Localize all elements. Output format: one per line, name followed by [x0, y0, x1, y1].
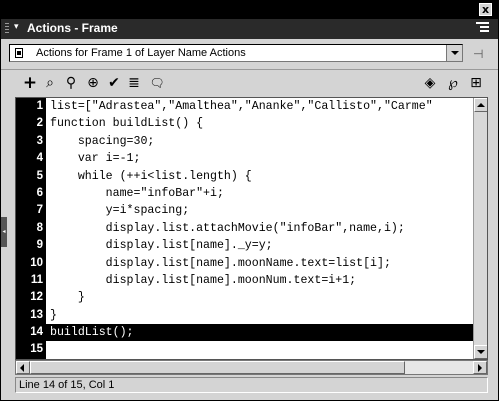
line-number: 1 [36, 100, 43, 112]
add-action-icon[interactable]: + [21, 74, 39, 92]
reference-icon[interactable]: ◈ [421, 74, 439, 92]
code-lines: 1 list=["Adrastea","Amalthea","Ananke","C… [16, 98, 473, 359]
check-syntax-icon[interactable]: ✔ [105, 74, 123, 92]
scroll-up-icon[interactable] [474, 98, 487, 112]
line-number: 2 [36, 117, 43, 130]
horizontal-scroll-thumb[interactable] [30, 361, 405, 374]
code-line[interactable]: 12 } [16, 289, 473, 306]
code-text: } [50, 291, 85, 305]
horizontal-scrollbar[interactable] [15, 360, 488, 375]
code-text: var i=-1; [50, 152, 141, 166]
find-replace-icon[interactable]: ⚲ [62, 74, 80, 92]
code-hint-icon[interactable]: 🗨 [148, 74, 166, 92]
panel-top-strip: x [1, 1, 498, 19]
scroll-down-icon[interactable] [474, 345, 487, 359]
code-text: while (++i<list.length) { [50, 169, 252, 183]
panel-options-menu-icon[interactable] [476, 22, 490, 35]
view-options-icon[interactable]: ⊞ [467, 74, 485, 92]
insert-target-path-icon[interactable]: ⊕ [84, 74, 102, 92]
script-editor[interactable]: 1 list=["Adrastea","Amalthea","Ananke","C… [15, 97, 488, 360]
code-text: } [50, 308, 57, 322]
script-selector-value: Actions for Frame 1 of Layer Name Action… [36, 47, 246, 59]
dropdown-arrow-icon[interactable] [446, 45, 462, 61]
line-number: 11 [30, 273, 43, 286]
panel-title: Actions - Frame [27, 21, 118, 35]
code-line[interactable]: 11 display.list[name].moonNum.text=i+1; [16, 272, 473, 289]
line-number: 14 [30, 326, 43, 339]
code-text: name="infoBar"+i; [50, 186, 224, 200]
scroll-left-icon[interactable] [16, 361, 30, 374]
code-line[interactable]: 10 display.list[name].moonName.text=list… [16, 255, 473, 272]
code-line[interactable]: 14 buildList(); [16, 324, 473, 342]
line-number: 4 [36, 152, 43, 165]
code-line[interactable]: 5 while (++i<list.length) { [16, 168, 473, 185]
code-text: display.list[name].moonName.text=list[i]… [50, 256, 391, 270]
code-text: display.list[name]._y=y; [50, 239, 273, 253]
code-line[interactable]: 3 spacing=30; [16, 133, 473, 150]
code-line[interactable]: 13} [16, 307, 473, 324]
line-number: 8 [36, 221, 43, 234]
code-line[interactable]: 7 y=i*spacing; [16, 202, 473, 219]
script-selector-row: Actions for Frame 1 of Layer Name Action… [1, 39, 498, 70]
line-number: 6 [36, 186, 43, 199]
script-selector-dropdown[interactable]: Actions for Frame 1 of Layer Name Action… [9, 44, 463, 62]
code-text: function buildList() { [50, 117, 204, 131]
drag-grip-icon[interactable] [5, 23, 9, 35]
line-number: 5 [36, 169, 43, 182]
code-text: buildList(); [50, 326, 134, 340]
status-bar: Line 14 of 15, Col 1 [15, 377, 488, 393]
code-line[interactable]: 1 list=["Adrastea","Amalthea","Ananke","C… [16, 98, 473, 115]
close-icon[interactable]: x [479, 3, 492, 16]
code-line[interactable]: 15 [16, 341, 473, 358]
code-line[interactable]: 4 var i=-1; [16, 150, 473, 167]
actions-panel: x ▾ Actions - Frame Actions for Frame 1 … [0, 0, 499, 401]
line-number: 12 [30, 291, 43, 304]
debug-options-icon[interactable]: ℘ [444, 74, 462, 92]
auto-format-icon[interactable]: ≣ [125, 74, 143, 92]
code-line[interactable]: 2 function buildList() { [16, 115, 473, 132]
line-number: 3 [36, 134, 43, 147]
line-number: 9 [36, 239, 43, 252]
panel-title-bar[interactable]: ▾ Actions - Frame [1, 19, 498, 39]
actions-toolbar: + ⌕ ⚲ ⊕ ✔ ≣ 🗨 ◈ ℘ ⊞ [1, 71, 498, 96]
line-number: 10 [30, 256, 43, 269]
collapse-arrow-icon[interactable]: ▾ [14, 21, 19, 32]
scroll-right-icon[interactable] [473, 361, 487, 374]
code-line[interactable]: 6 name="infoBar"+i; [16, 185, 473, 202]
find-icon[interactable]: ⌕ [41, 74, 59, 92]
code-text: display.list[name].moonNum.text=i+1; [50, 273, 357, 287]
code-text: list=["Adrastea","Amalthea","Ananke","Ca… [50, 100, 433, 113]
code-text: spacing=30; [50, 134, 155, 148]
side-collapse-handle[interactable]: ◂ [1, 217, 7, 247]
vertical-scrollbar[interactable] [473, 98, 487, 359]
code-line[interactable]: 9 display.list[name]._y=y; [16, 237, 473, 254]
frame-script-icon [15, 48, 23, 58]
line-number: 13 [30, 308, 43, 321]
line-number: 15 [30, 343, 43, 356]
pin-script-icon[interactable]: ⊣ [473, 47, 489, 61]
code-text: display.list.attachMovie("infoBar",name,… [50, 221, 405, 235]
code-text: y=i*spacing; [50, 204, 190, 218]
line-number: 7 [36, 204, 43, 217]
code-line[interactable]: 8 display.list.attachMovie("infoBar",nam… [16, 220, 473, 237]
